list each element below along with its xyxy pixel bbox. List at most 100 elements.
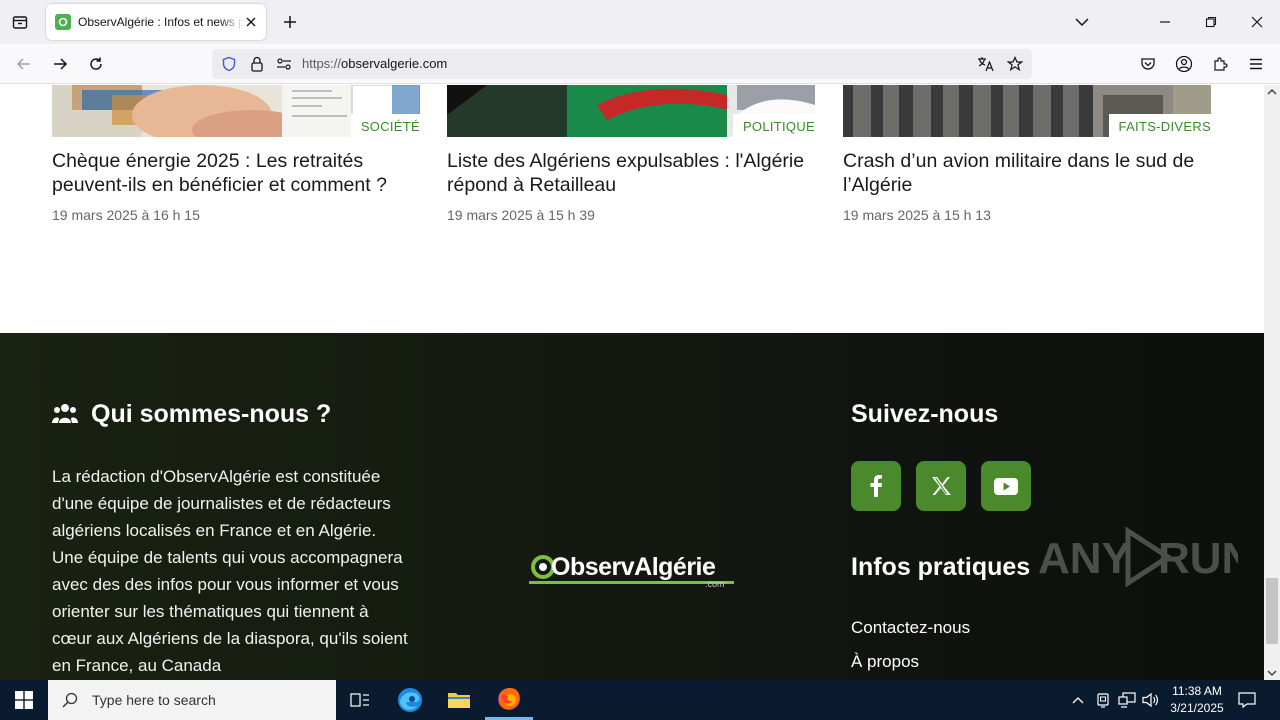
firefox-icon <box>498 687 520 710</box>
task-view-icon <box>350 693 369 707</box>
tab-bar: ObservAlgérie : Infos et news pour la di… <box>0 0 1280 44</box>
lock-icon[interactable] <box>248 55 266 73</box>
x-twitter-icon <box>932 477 951 495</box>
article-title[interactable]: Crash d’un avion militaire dans le sud d… <box>843 149 1211 197</box>
firefox-taskbar-button[interactable] <box>485 680 533 720</box>
about-link[interactable]: À propos <box>851 652 919 672</box>
speaker-icon <box>1142 692 1158 708</box>
logo-suffix: .com <box>705 579 725 589</box>
page-scrollbar[interactable] <box>1264 85 1280 680</box>
site-footer: Qui sommes-nous ? La rédaction d'ObservA… <box>0 333 1264 680</box>
edge-browser-icon <box>398 688 422 712</box>
article-title[interactable]: Chèque énergie 2025 : Les retraités peuv… <box>52 149 420 197</box>
windows-taskbar: Type here to search 11:38 AM 3/21/2025 <box>0 680 1280 720</box>
tab-title: ObservAlgérie : Infos et news pour la di… <box>78 15 244 29</box>
plus-icon <box>284 16 296 28</box>
svg-text:ANY: ANY <box>1038 534 1131 583</box>
reload-icon <box>90 57 102 70</box>
active-tab[interactable]: ObservAlgérie : Infos et news pour la di… <box>46 4 266 40</box>
edge-taskbar-button[interactable] <box>386 680 434 720</box>
contact-link[interactable]: Contactez-nous <box>851 618 970 638</box>
restore-icon <box>1205 16 1217 28</box>
scroll-up-arrow-icon[interactable] <box>1267 87 1277 97</box>
permissions-icon[interactable] <box>275 55 293 73</box>
close-window-button[interactable] <box>1245 10 1269 34</box>
show-hidden-icons-button[interactable] <box>1068 690 1088 710</box>
site-logo[interactable]: ObservAlgérie .com <box>529 551 739 591</box>
facebook-button[interactable] <box>851 461 901 511</box>
page-viewport: SOCIÉTÉ Chèque énergie 2025 : Les retrai… <box>0 85 1264 680</box>
pocket-button[interactable] <box>1136 52 1160 76</box>
task-view-button[interactable] <box>336 680 384 720</box>
article-title[interactable]: Liste des Algériens expulsables : l'Algé… <box>447 149 815 197</box>
folder-icon <box>448 693 470 708</box>
close-icon <box>246 17 256 27</box>
action-center-button[interactable] <box>1237 690 1257 710</box>
meet-now-tray-button[interactable] <box>1093 690 1113 710</box>
chevron-up-icon <box>1072 697 1084 704</box>
youtube-button[interactable] <box>981 461 1031 511</box>
translate-icon[interactable] <box>977 55 995 73</box>
anyrun-logo: ANY RUN <box>1038 526 1253 588</box>
reload-button[interactable] <box>84 52 108 76</box>
minimize-button[interactable] <box>1153 10 1177 34</box>
forward-button[interactable] <box>48 52 72 76</box>
volume-tray-button[interactable] <box>1141 690 1161 710</box>
article-card[interactable]: POLITIQUE Liste des Algériens expulsable… <box>447 85 815 223</box>
search-placeholder: Type here to search <box>92 692 216 708</box>
navigation-toolbar: https://observalgerie.com <box>0 44 1280 84</box>
facebook-icon <box>870 475 882 497</box>
clock-date: 3/21/2025 <box>1170 701 1224 715</box>
chevron-down-icon <box>1075 18 1089 27</box>
article-card[interactable]: FAITS-DIVERS Crash d’un avion militaire … <box>843 85 1211 223</box>
observalgerie-favicon-icon <box>55 14 71 30</box>
arrow-right-icon <box>54 58 68 70</box>
scrollbar-thumb[interactable] <box>1266 578 1278 644</box>
taskbar-clock[interactable]: 11:38 AM 3/21/2025 <box>1160 683 1234 717</box>
restore-button[interactable] <box>1199 10 1223 34</box>
close-icon <box>1251 16 1263 28</box>
article-thumbnail[interactable]: FAITS-DIVERS <box>843 85 1211 137</box>
url-protocol: https:// <box>302 56 342 71</box>
scroll-down-arrow-icon[interactable] <box>1267 668 1277 678</box>
account-button[interactable] <box>1172 52 1196 76</box>
article-card[interactable]: SOCIÉTÉ Chèque énergie 2025 : Les retrai… <box>52 85 420 223</box>
firefox-view-button[interactable] <box>8 11 32 33</box>
network-tray-button[interactable] <box>1117 690 1137 710</box>
account-icon <box>1175 55 1193 73</box>
follow-heading: Suivez-nous <box>851 400 999 428</box>
taskbar-search[interactable]: Type here to search <box>48 680 336 720</box>
firefox-view-icon <box>12 16 28 29</box>
new-tab-button[interactable] <box>280 12 300 32</box>
tab-close-button[interactable] <box>242 13 260 31</box>
extensions-button[interactable] <box>1208 52 1232 76</box>
url-domain: observalgerie.com <box>341 56 448 71</box>
app-menu-button[interactable] <box>1244 52 1268 76</box>
url-text[interactable]: https://observalgerie.com <box>302 56 447 71</box>
youtube-icon <box>994 477 1018 495</box>
logo-text: ObservAlgérie <box>551 553 716 581</box>
category-badge[interactable]: FAITS-DIVERS <box>1108 114 1211 137</box>
category-badge[interactable]: SOCIÉTÉ <box>350 114 420 137</box>
about-text: La rédaction d'ObservAlgérie est constit… <box>52 467 408 675</box>
list-all-tabs-button[interactable] <box>1070 10 1094 34</box>
search-icon <box>62 692 78 708</box>
users-group-icon <box>52 403 78 425</box>
tracking-protection-shield-icon[interactable] <box>220 55 238 73</box>
bookmark-star-icon[interactable] <box>1006 55 1024 73</box>
clock-time: 11:38 AM <box>1172 684 1222 698</box>
category-badge[interactable]: POLITIQUE <box>732 114 815 137</box>
x-twitter-button[interactable] <box>916 461 966 511</box>
file-explorer-taskbar-button[interactable] <box>435 680 483 720</box>
back-button[interactable] <box>12 52 36 76</box>
start-button[interactable] <box>0 680 48 720</box>
minimize-icon <box>1160 21 1170 23</box>
pocket-icon <box>1141 58 1155 70</box>
arrow-left-icon <box>16 58 30 70</box>
hamburger-menu-icon <box>1250 58 1262 70</box>
address-bar[interactable]: https://observalgerie.com <box>212 49 1032 79</box>
article-thumbnail[interactable]: SOCIÉTÉ <box>52 85 420 137</box>
network-icon <box>1118 692 1136 708</box>
info-heading: Infos pratiques <box>851 553 1031 581</box>
article-thumbnail[interactable]: POLITIQUE <box>447 85 815 137</box>
